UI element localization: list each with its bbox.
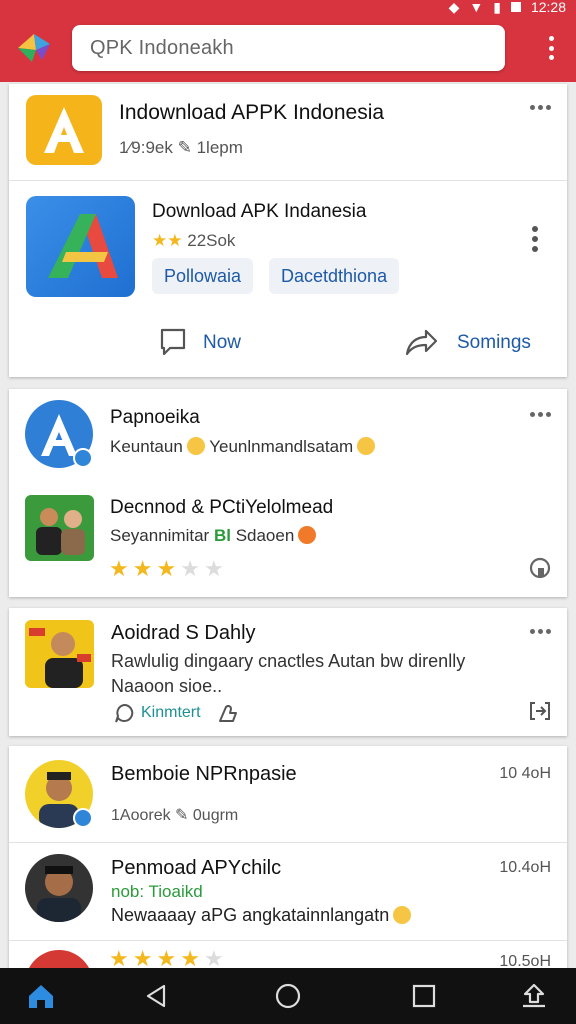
post-text-b: Yeunlnmandlsatam: [209, 437, 354, 456]
verified-badge-icon: [73, 808, 93, 828]
app-rating: ★★ 22Sok: [152, 231, 235, 251]
post-text-a: Seyannimitar: [110, 526, 210, 545]
chip-2[interactable]: Dacetdthiona: [269, 258, 400, 294]
overflow-menu-icon[interactable]: [548, 36, 554, 60]
more-options-icon[interactable]: [530, 629, 551, 634]
status-bar: ◆ ▼ ▮ 12:28: [448, 0, 566, 15]
navigation-bar: [0, 968, 576, 1024]
signal-icon: ◆: [448, 0, 460, 15]
star-icon: ★: [180, 946, 200, 971]
avatar-c[interactable]: [25, 854, 93, 922]
post-meta: 1⁄9:9ek ✎ 1lepm: [119, 138, 243, 158]
emoji-icon: [357, 437, 376, 455]
star-icon: ★: [203, 946, 224, 971]
rating-text: 22Sok: [187, 231, 236, 250]
more-options-icon[interactable]: [530, 105, 551, 110]
wifi-icon: ▼: [469, 0, 484, 15]
post-title[interactable]: Penmoad APYchilc: [111, 857, 281, 880]
app-title[interactable]: Download APK Indanesia: [152, 201, 366, 223]
star-icon: ★: [156, 556, 177, 581]
emoji-icon: [393, 906, 412, 924]
post-text-green: Bl: [213, 526, 231, 545]
battery-icon: ▮: [493, 0, 501, 15]
card-social-posts: Papnoeika Keuntaun Yeunlnmandlsatam Decn…: [9, 389, 567, 597]
emoji-icon: [298, 526, 317, 544]
apk-download-icon[interactable]: [26, 196, 135, 297]
post-text-b: Sdaoen: [235, 526, 295, 545]
divider: [9, 180, 567, 181]
divider: [9, 842, 567, 843]
app-bar: ◆ ▼ ▮ 12:28 QPK Indoneakh: [0, 0, 576, 82]
search-bar[interactable]: QPK Indoneakh: [72, 25, 505, 71]
post-body-text: Newaaaay aPG angkatainnlangatn: [111, 905, 390, 925]
post-thumbnail[interactable]: [25, 495, 94, 561]
app-more-icon[interactable]: [532, 226, 538, 252]
somings-action[interactable]: Somings: [457, 332, 531, 354]
post-time: 10.4oH: [499, 859, 551, 876]
pin-icon: ✎: [177, 138, 197, 157]
apk-app-icon[interactable]: [26, 95, 102, 165]
notification-icon: [510, 2, 521, 12]
green-tag: nob: Tioaikd: [111, 882, 203, 901]
post-title[interactable]: Papnoeika: [110, 407, 200, 429]
post-text-a: Keuntaun: [110, 437, 183, 456]
post-text: Seyannimitar Bl Sdaoen: [110, 526, 317, 546]
more-options-icon[interactable]: [530, 412, 551, 417]
card-article: Aoidrad S Dahly Rawlulig dingaary cnactl…: [9, 608, 567, 736]
star-icon: ★: [109, 946, 129, 971]
meta-time: 1Aoorek: [111, 807, 171, 824]
star-icon: ★: [167, 231, 183, 250]
article-thumbnail[interactable]: [25, 620, 94, 688]
comment-link[interactable]: Kinmtert: [141, 704, 201, 722]
share-icon[interactable]: [527, 699, 553, 723]
rating-stars: ★ ★ ★ ★ ★: [109, 558, 224, 580]
back-icon[interactable]: [141, 981, 171, 1011]
meta-extra: 1lepm: [196, 138, 243, 157]
post-title[interactable]: Indownload APPK Indonesia: [119, 101, 384, 125]
star-icon: ★: [152, 231, 168, 250]
like-icon[interactable]: [217, 702, 239, 724]
post-time: 10 4oH: [499, 765, 551, 782]
now-action[interactable]: Now: [203, 332, 241, 354]
star-icon: ★: [132, 556, 153, 581]
star-icon: ★: [203, 556, 224, 581]
comment-icon[interactable]: [159, 327, 187, 357]
star-icon: ★: [132, 946, 153, 971]
home-icon[interactable]: [26, 981, 56, 1011]
share-icon[interactable]: [519, 981, 549, 1011]
post-body: Rawlulig dingaary cnactles Autan bw dire…: [111, 651, 466, 696]
verified-badge-icon: [73, 448, 93, 468]
recents-icon[interactable]: [409, 981, 439, 1011]
card-feed: Bemboie NPRnpasie 10 4oH 1Aoorek ✎ 0ugrm…: [9, 746, 567, 1018]
star-icon: ★: [109, 556, 129, 581]
post-body: Newaaaay aPG angkatainnlangatn: [111, 905, 412, 926]
bookmark-icon[interactable]: [529, 557, 551, 579]
comment-icon[interactable]: [113, 702, 135, 724]
share-arrow-icon[interactable]: [404, 327, 438, 357]
emoji-icon: [186, 437, 205, 455]
card-download-apk: Indownload APPK Indonesia 1⁄9:9ek ✎ 1lep…: [9, 84, 567, 377]
meta-extra: 0ugrm: [192, 807, 239, 824]
post-title[interactable]: Decnnod & PCtiYelolmead: [110, 497, 333, 519]
status-time: 12:28: [530, 0, 566, 15]
post-title[interactable]: Bemboie NPRnpasie: [111, 763, 297, 786]
rating-stars: ★ ★ ★ ★ ★: [109, 948, 224, 970]
home-circle-icon[interactable]: [273, 981, 303, 1011]
meta-time: 1⁄9:9ek: [119, 138, 173, 157]
star-icon: ★: [180, 556, 200, 581]
pin-icon: ✎: [175, 807, 193, 824]
post-meta: 1Aoorek ✎ 0ugrm: [111, 805, 238, 825]
post-title[interactable]: Aoidrad S Dahly: [111, 622, 256, 645]
post-text: Keuntaun Yeunlnmandlsatam: [110, 437, 376, 457]
app-logo-icon[interactable]: [14, 30, 52, 64]
chip-1[interactable]: Pollowaia: [152, 258, 254, 294]
star-icon: ★: [156, 946, 177, 971]
divider: [9, 940, 567, 941]
search-input[interactable]: QPK Indoneakh: [90, 37, 234, 60]
